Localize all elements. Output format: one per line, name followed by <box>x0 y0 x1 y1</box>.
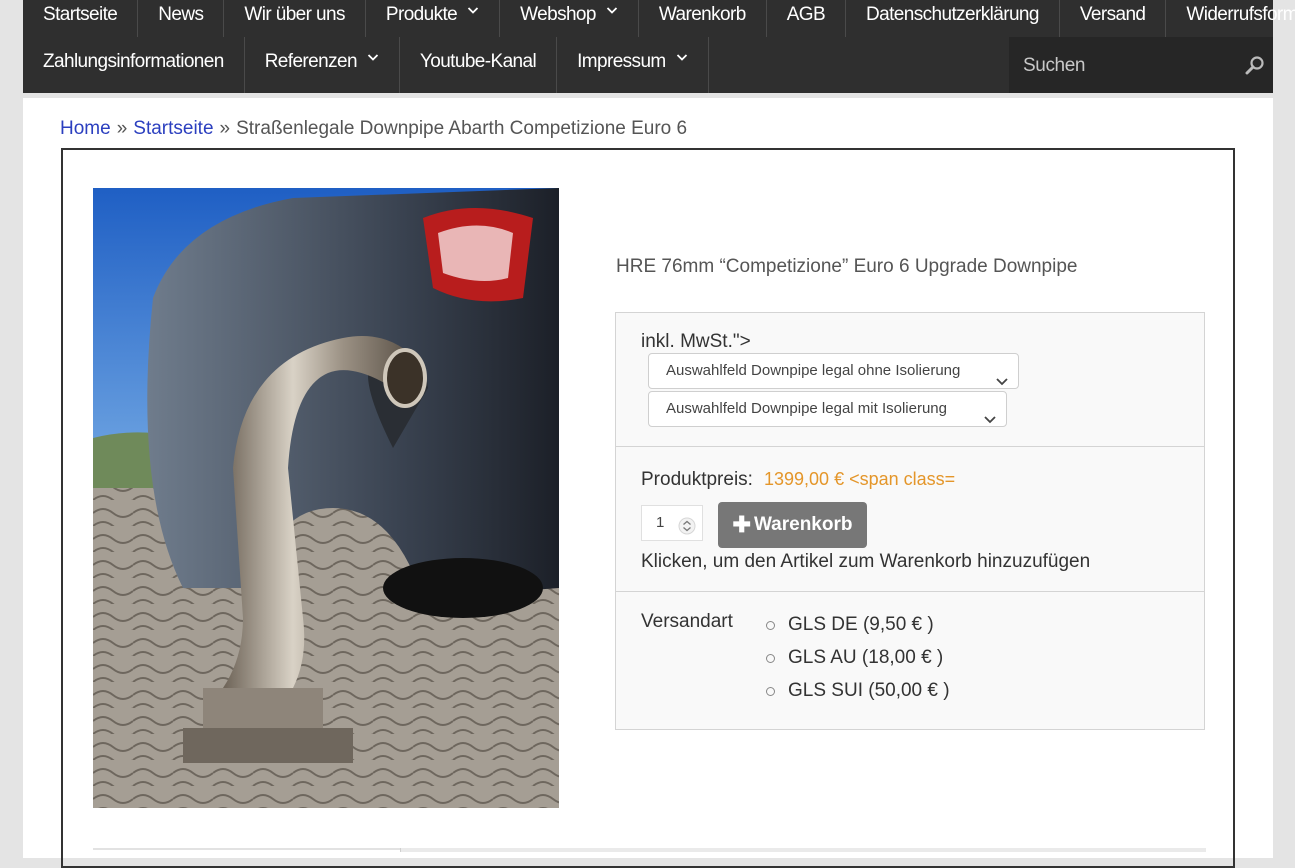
mwst-text: inkl. MwSt."> <box>641 331 751 352</box>
nav-item-label: Widerrufsformular <box>1186 4 1295 25</box>
product-title: HRE 76mm “Competizione” Euro 6 Upgrade D… <box>616 256 1078 277</box>
nav-item-label: Wir über uns <box>244 4 345 25</box>
breadcrumb: Home» Startseite» Straßenlegale Downpipe A… <box>60 118 687 140</box>
nav-item-label: Startseite <box>43 4 118 25</box>
cart-hint: Klicken, um den Artikel zum Warenkorb hi… <box>641 551 1091 572</box>
search-box <box>1009 37 1273 95</box>
variant-select-value: Auswahlfeld Downpipe legal mit Isolierun… <box>666 400 947 417</box>
breadcrumb-separator: » <box>116 118 128 139</box>
search-icon[interactable] <box>1245 55 1265 75</box>
price-label: Produktpreis: <box>641 469 753 490</box>
nav-item-label: Versand <box>1079 4 1146 25</box>
nav-item-versand[interactable]: Versand <box>1060 0 1167 37</box>
shipping-option[interactable]: GLS AU (18,00 € ) <box>766 647 950 680</box>
tab-area <box>400 848 1206 852</box>
shipping-label: Versandart <box>641 611 733 632</box>
nav-item-label: Referenzen <box>264 51 358 72</box>
product-image[interactable] <box>93 188 559 808</box>
breadcrumb-startseite-link[interactable]: Startseite <box>133 118 213 139</box>
nav-item-impressum[interactable]: Impressum <box>557 37 709 93</box>
price-section: Produktpreis: 1399,00 € <span class= 1 ✚… <box>616 447 1204 592</box>
nav-item-referenzen[interactable]: Referenzen <box>245 37 400 93</box>
nav-item-startseite[interactable]: Startseite <box>23 0 139 37</box>
nav-item-zahlungsinformationen[interactable]: Zahlungsinformationen <box>23 37 245 93</box>
shipping-option[interactable]: GLS SUI (50,00 € ) <box>766 680 950 713</box>
plus-icon: ✚ <box>732 512 751 537</box>
tabs-strip <box>93 848 1206 856</box>
nav-item-label: Impressum <box>577 51 666 72</box>
nav-item-news[interactable]: News <box>138 0 225 37</box>
variant-select-value: Auswahlfeld Downpipe legal ohne Isolieru… <box>666 362 961 379</box>
nav-item-warenkorb[interactable]: Warenkorb <box>639 0 767 37</box>
nav-item-widerrufsformular[interactable]: Widerrufsformular <box>1166 0 1295 37</box>
nav-row-1: Startseite News Wir über uns Produkte Websho… <box>23 0 1295 37</box>
nav-row-2: Zahlungsinformationen Referenzen Youtube-K… <box>23 37 709 93</box>
breadcrumb-separator: » <box>219 118 231 139</box>
nav-item-label: Warenkorb <box>658 4 746 25</box>
variant-select-mit-isolierung[interactable]: Auswahlfeld Downpipe legal mit Isolierun… <box>648 391 1007 427</box>
quantity-value: 1 <box>656 514 665 531</box>
nav-item-datenschutzerklaerung[interactable]: Datenschutzerklärung <box>846 0 1060 37</box>
quantity-stepper[interactable]: 1 <box>641 505 703 541</box>
chevron-down-icon <box>984 404 996 424</box>
variant-section: inkl. MwSt."> Auswahlfeld Downpipe legal… <box>616 313 1204 447</box>
chevron-down-icon <box>606 4 618 16</box>
shipping-options: GLS DE (9,50 € ) GLS AU (18,00 € ) GLS S… <box>766 614 950 713</box>
chevron-down-icon <box>467 4 479 16</box>
nav-item-label: Datenschutzerklärung <box>866 4 1039 25</box>
shipping-section: Versandart GLS DE (9,50 € ) GLS AU (18,0… <box>616 592 1204 730</box>
shipping-option-label: GLS SUI (50,00 € ) <box>788 680 950 701</box>
nav-item-label: Produkte <box>385 4 458 25</box>
nav-item-agb[interactable]: AGB <box>767 0 847 37</box>
breadcrumb-home-link[interactable]: Home <box>60 118 111 139</box>
breadcrumb-current: Straßenlegale Downpipe Abarth Competizio… <box>236 118 688 139</box>
nav-item-label: AGB <box>786 4 826 25</box>
chevron-down-icon <box>367 51 379 63</box>
content-area: Home» Startseite» Straßenlegale Downpipe A… <box>23 98 1273 868</box>
shipping-option[interactable]: GLS DE (9,50 € ) <box>766 614 950 647</box>
price-value: 1399,00 € <span class= <box>764 469 956 489</box>
chevron-down-icon <box>996 366 1008 386</box>
nav-item-produkte[interactable]: Produkte <box>366 0 501 37</box>
add-to-cart-button[interactable]: ✚ Warenkorb <box>718 502 867 548</box>
main-navigation: Startseite News Wir über uns Produkte Websho… <box>23 0 1295 95</box>
radio-icon[interactable] <box>766 654 775 663</box>
spinner-icon[interactable] <box>678 514 696 535</box>
shipping-option-label: GLS AU (18,00 € ) <box>788 647 944 668</box>
variant-select-ohne-isolierung[interactable]: Auswahlfeld Downpipe legal ohne Isolieru… <box>648 353 1019 389</box>
product-box: HRE 76mm “Competizione” Euro 6 Upgrade D… <box>61 148 1235 868</box>
chevron-down-icon <box>676 51 688 63</box>
nav-item-youtube-kanal[interactable]: Youtube-Kanal <box>400 37 558 93</box>
radio-icon[interactable] <box>766 621 775 630</box>
nav-item-label: News <box>158 4 204 25</box>
nav-item-webshop[interactable]: Webshop <box>500 0 639 37</box>
nav-item-label: Webshop <box>520 4 596 25</box>
search-input[interactable] <box>1009 37 1245 95</box>
add-to-cart-label: Warenkorb <box>753 514 853 535</box>
nav-item-label: Youtube-Kanal <box>419 51 537 72</box>
product-options: inkl. MwSt."> Auswahlfeld Downpipe legal… <box>615 312 1205 730</box>
nav-item-wir-ueber-uns[interactable]: Wir über uns <box>224 0 366 37</box>
nav-item-label: Zahlungsinformationen <box>43 51 224 72</box>
shipping-option-label: GLS DE (9,50 € ) <box>788 614 934 635</box>
radio-icon[interactable] <box>766 687 775 696</box>
